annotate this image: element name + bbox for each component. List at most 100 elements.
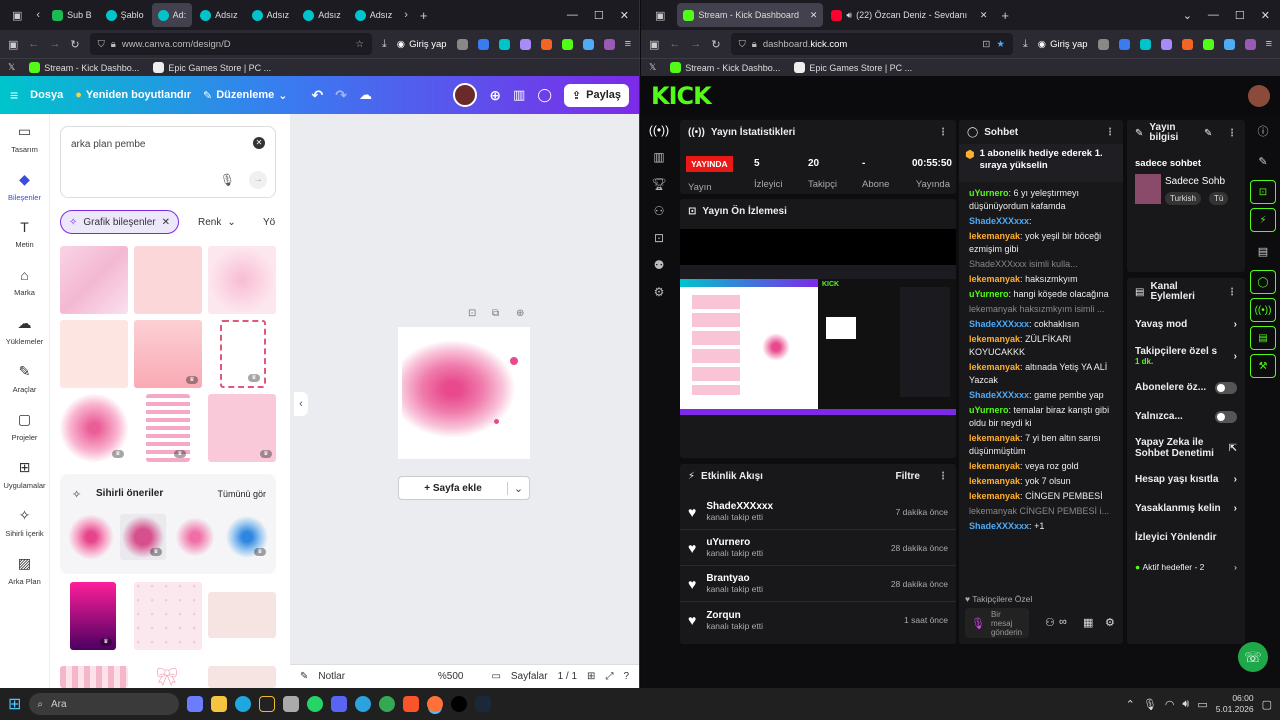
layout-icon[interactable]: ⊡ xyxy=(1250,180,1276,204)
filter-chip-orientation[interactable]: Yö xyxy=(255,210,283,234)
wrench-icon[interactable]: ⚒ xyxy=(1250,354,1276,378)
event-user[interactable]: ShadeXXXxxx xyxy=(706,501,885,512)
tab-list-icon[interactable]: ▣ xyxy=(4,9,30,22)
tab-youtube[interactable]: 🔊︎ (22) Özcan Deniz - Sevdanı ✕ xyxy=(825,3,993,27)
chat-username[interactable]: lekemanyak xyxy=(969,334,1020,344)
sidebar-item-uploads[interactable]: ☁ Yüklemeler xyxy=(0,306,49,354)
reload-icon[interactable]: ↻ xyxy=(70,38,79,51)
edit-icon[interactable]: ✎ xyxy=(1204,128,1212,139)
sidebar-item-design[interactable]: ▭ Tasarım xyxy=(0,114,49,162)
bookmark-epic[interactable]: Epic Games Store | PC ... xyxy=(153,62,271,73)
notification-icon[interactable]: ▢ xyxy=(1262,698,1272,711)
forward-icon[interactable]: → xyxy=(49,38,60,50)
result-thumbnail[interactable] xyxy=(60,666,128,688)
grid-view-icon[interactable]: ⊞ xyxy=(587,671,595,682)
result-thumbnail[interactable]: ♛ xyxy=(70,582,116,650)
edge-icon[interactable] xyxy=(235,696,252,712)
obs-icon[interactable] xyxy=(451,696,468,712)
suggestion-thumbnail[interactable] xyxy=(172,514,218,560)
analytics-icon[interactable]: ▥ xyxy=(641,143,677,170)
resize-button[interactable]: ● Yeniden boyutlandır xyxy=(75,89,191,101)
x-bookmark-icon[interactable]: 𝕏 xyxy=(8,62,15,73)
result-thumbnail[interactable]: ♛ xyxy=(146,394,190,462)
tab-adsiz-1[interactable]: Adsız xyxy=(194,3,244,27)
tag-chip[interactable]: Tü xyxy=(1209,192,1229,205)
file-explorer-icon[interactable] xyxy=(211,696,228,712)
action-followers-only[interactable]: Takipçilere özel s1 dk. › xyxy=(1127,339,1245,373)
emote-icon[interactable]: ⚇ xyxy=(1045,616,1055,629)
suggestion-thumbnail[interactable]: ♛ xyxy=(224,514,270,560)
search-box[interactable]: arka plan pembe ✕ 🎙︎ → xyxy=(60,126,276,198)
address-bar[interactable]: ⛉ 🔒︎ dashboard.kick.com ⊡ ★ xyxy=(730,33,1013,55)
taskbar-search[interactable]: ⌕ Ara xyxy=(29,693,180,715)
chat-username[interactable]: ShadeXXXxxx xyxy=(969,521,1029,531)
microphone-icon[interactable]: 🎙︎ xyxy=(220,173,235,187)
user-avatar[interactable] xyxy=(1248,85,1270,107)
extension-icon[interactable] xyxy=(1202,38,1214,50)
whatsapp-icon[interactable] xyxy=(307,696,324,712)
forward-icon[interactable]: → xyxy=(690,38,701,50)
tray-chevron-icon[interactable]: ⌃ xyxy=(1126,698,1135,711)
hamburger-icon[interactable]: ≡ xyxy=(10,87,18,103)
bookmark-kick[interactable]: Stream - Kick Dashbo... xyxy=(670,62,780,73)
design-page[interactable] xyxy=(398,327,530,459)
lightning-icon[interactable]: ⚡︎ xyxy=(1250,208,1276,232)
sidebar-item-elements[interactable]: ◆ Bileşenler xyxy=(0,162,49,210)
action-slow-mode[interactable]: Yavaş mod › xyxy=(1127,310,1245,339)
brave-icon[interactable] xyxy=(403,696,420,712)
chat-input[interactable]: 🎙︎ Bir mesaj gönderin xyxy=(965,608,1029,638)
close-tab-icon[interactable]: ✕ xyxy=(810,10,818,21)
extension-icon[interactable] xyxy=(498,38,510,50)
edit-button[interactable]: ✎ Düzenleme ⌄ xyxy=(203,89,288,102)
back-icon[interactable]: ← xyxy=(28,38,39,50)
extension-icon[interactable] xyxy=(1223,38,1235,50)
notes-button[interactable]: Notlar xyxy=(318,671,345,682)
action-account-age[interactable]: Hesap yaşı kısıtla › xyxy=(1127,465,1245,494)
pages-button[interactable]: Sayfalar xyxy=(511,671,548,682)
close-tab-icon[interactable]: ✕ xyxy=(980,10,988,21)
chat-username[interactable]: lekemanyak xyxy=(969,231,1020,241)
telegram-icon[interactable] xyxy=(355,696,372,712)
result-thumbnail[interactable] xyxy=(208,592,276,638)
avatar[interactable] xyxy=(453,83,478,107)
toggle-switch[interactable] xyxy=(1215,410,1237,423)
download-icon[interactable]: ⤓ xyxy=(382,38,387,51)
share-button[interactable]: ⇪ Paylaş xyxy=(563,83,629,107)
result-thumbnail[interactable] xyxy=(134,582,202,650)
more-options-icon[interactable]: ⋮ xyxy=(938,127,948,138)
add-collaborator-icon[interactable]: ⊕ xyxy=(489,87,501,104)
info-icon[interactable]: ⓘ xyxy=(1246,116,1280,146)
event-user[interactable]: Brantyao xyxy=(706,573,881,584)
clock[interactable]: 06:00 5.01.2026 xyxy=(1216,693,1254,715)
new-tab-icon[interactable]: + xyxy=(414,8,434,23)
maximize-icon[interactable]: ☐ xyxy=(1235,9,1245,22)
minimize-icon[interactable]: — xyxy=(567,9,578,22)
settings-icon[interactable]: ⚙ xyxy=(641,278,677,305)
tab-sablon[interactable]: Şablo xyxy=(100,3,150,27)
result-thumbnail[interactable] xyxy=(208,246,276,314)
tab-adsiz-2[interactable]: Adsız xyxy=(246,3,296,27)
new-tab-icon[interactable]: + xyxy=(995,8,1015,23)
notes-icon[interactable]: ▤ xyxy=(1246,236,1280,266)
event-user[interactable]: Zorqun xyxy=(706,610,894,621)
pinned-banner[interactable]: ⬢ 1 abonelik hediye ederek 1. sıraya yüks… xyxy=(959,144,1123,182)
chat-username[interactable]: uYurnero xyxy=(969,405,1009,415)
chat-username[interactable]: ShadeXXXxxx xyxy=(969,216,1029,226)
extension-icon[interactable] xyxy=(1097,38,1109,50)
broadcast-icon[interactable]: ((•)) xyxy=(1250,298,1276,322)
microphone-tray-icon[interactable]: 🎙︎ xyxy=(1143,698,1157,711)
action-emotes-only[interactable]: Yalnızca... xyxy=(1127,402,1245,431)
tab-adsiz-4[interactable]: Adsız xyxy=(349,3,399,27)
result-thumbnail[interactable]: ♛ xyxy=(60,394,128,462)
submit-arrow-icon[interactable]: → xyxy=(249,171,267,189)
chat-username[interactable]: lekemanyak xyxy=(969,274,1020,284)
close-icon[interactable]: ✕ xyxy=(620,9,629,22)
see-all-link[interactable]: Tümünü gör xyxy=(217,489,266,499)
file-menu[interactable]: Dosya xyxy=(30,89,63,101)
result-thumbnail[interactable]: ♛ xyxy=(208,394,276,462)
action-subscribers-only[interactable]: Abonelere öz... xyxy=(1127,373,1245,402)
cloud-save-icon[interactable]: ☁ xyxy=(359,87,372,103)
extension-icon[interactable] xyxy=(582,38,594,50)
result-thumbnail[interactable]: ♛ xyxy=(134,320,202,388)
bow-thumbnail[interactable]: 🎀︎ xyxy=(142,666,192,688)
